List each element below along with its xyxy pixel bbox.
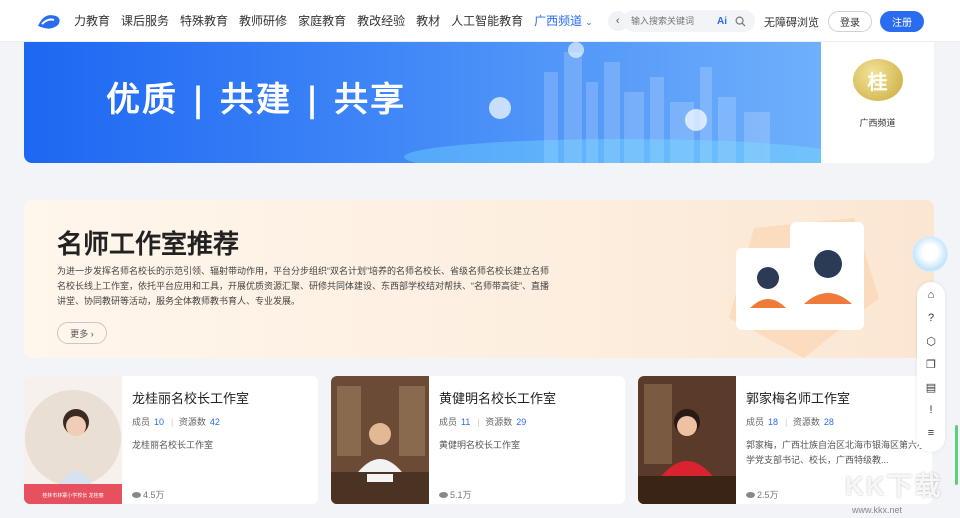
guangxi-badge-icon: 桂	[852, 59, 903, 101]
copy-icon[interactable]: ❐	[924, 357, 938, 371]
nav-item-ai-education[interactable]: 人工智能教育	[451, 12, 523, 29]
menu-icon[interactable]: ≡	[924, 426, 938, 440]
home-icon[interactable]: ⌂	[924, 288, 938, 302]
resources-label: 资源数	[485, 417, 513, 427]
studio-description: 龙桂丽名校长工作室	[132, 440, 214, 450]
nav-item-reform-experience[interactable]: 教改经验	[357, 12, 405, 29]
studio-card[interactable]: 龙桂丽名校长工作室 成员 10 | 资源数 42 龙桂丽名校长工作室 4.5万 桂林市…	[24, 376, 318, 504]
nav-active-label: 广西频道	[534, 14, 583, 28]
members-count: 11	[461, 417, 471, 427]
ai-search-icon[interactable]: Ai	[717, 16, 727, 27]
studio-title: 黄健明名校长工作室	[439, 391, 557, 406]
logo-icon	[38, 14, 60, 29]
promo-title: 名师工作室推荐	[57, 229, 240, 259]
resources-label: 资源数	[792, 417, 820, 427]
guangxi-channel-label: 广西频道	[859, 118, 896, 128]
search-icon[interactable]	[735, 16, 746, 27]
watermark-url: www.kkx.net	[852, 505, 903, 515]
members-count: 18	[768, 417, 779, 427]
document-icon[interactable]: ▤	[924, 380, 938, 394]
chevron-down-icon: ⌄	[585, 17, 593, 27]
members-count: 10	[154, 417, 165, 427]
assistant-mascot-icon[interactable]	[912, 236, 948, 272]
nav-item-special-education[interactable]: 特殊教育	[180, 12, 228, 29]
nav-item-family-education[interactable]: 家庭教育	[298, 12, 346, 29]
principal-portrait-image	[331, 376, 429, 504]
studio-description: 黄健明名校长工作室	[439, 440, 521, 450]
resources-count: 28	[823, 417, 834, 427]
famous-teacher-promo: 名师工作室推荐 为进一步发挥名师名校长的示范引领、辐射带动作用，平台分步组织“双…	[24, 200, 934, 358]
nav-item-textbooks[interactable]: 教材	[416, 12, 440, 29]
members-label: 成员	[746, 417, 765, 427]
nav-item-teacher-training[interactable]: 教师研修	[239, 12, 287, 29]
search-box: Ai	[623, 10, 755, 32]
site-logo[interactable]	[34, 10, 64, 32]
resources-count: 42	[209, 417, 220, 427]
feedback-icon[interactable]: !	[924, 403, 938, 417]
resources-label: 资源数	[178, 417, 206, 427]
studio-stats: 成员 11 | 资源数 29	[439, 417, 527, 427]
view-count: 4.5万	[132, 488, 165, 501]
banner-section: 优质 | 共建 | 共享 桂 广西频道	[24, 42, 934, 163]
eye-icon	[439, 491, 448, 498]
studio-card[interactable]: 黄健明名校长工作室 成员 11 | 资源数 29 黄健明名校长工作室 5.1万	[331, 376, 625, 504]
studio-title: 郭家梅名师工作室	[746, 391, 851, 406]
eye-icon	[746, 491, 755, 498]
kk-watermark: KK下载	[845, 471, 943, 501]
view-count-value: 2.5万	[757, 490, 779, 500]
search-input[interactable]	[631, 16, 711, 26]
more-button[interactable]: 更多 ›	[57, 322, 107, 344]
login-button[interactable]: 登录	[828, 11, 872, 32]
studio-title: 龙桂丽名校长工作室	[132, 391, 250, 406]
resources-count: 29	[516, 417, 527, 427]
studio-photo	[638, 376, 736, 504]
nav-item-after-school[interactable]: 课后服务	[121, 12, 169, 29]
main-nav: 力教育 课后服务 特殊教育 教师研修 家庭教育 教改经验 教材 人工智能教育 广…	[74, 12, 604, 29]
banner-carousel[interactable]: 优质 | 共建 | 共享	[24, 42, 821, 163]
eye-icon	[132, 491, 141, 498]
principal-portrait-image	[638, 376, 736, 504]
help-icon[interactable]: ?	[924, 311, 938, 325]
cube-icon[interactable]: ⬡	[924, 334, 938, 348]
floating-toolbar: ⌂ ? ⬡ ❐ ▤ ! ≡	[917, 282, 945, 452]
studio-photo	[24, 376, 122, 504]
members-label: 成员	[132, 417, 151, 427]
promo-description: 为进一步发挥名师名校长的示范引领、辐射带动作用，平台分步组织“双名计划”培养的名…	[57, 266, 549, 306]
principal-portrait-image	[24, 376, 122, 504]
nav-item-ability-education[interactable]: 力教育	[74, 12, 110, 29]
banner-slogan: 优质 | 共建 | 共享	[106, 80, 407, 120]
studio-photo	[331, 376, 429, 504]
studio-stats: 成员 18 | 资源数 28	[746, 417, 834, 427]
view-count-value: 5.1万	[450, 490, 472, 500]
register-button[interactable]: 注册	[880, 11, 924, 32]
view-count-value: 4.5万	[143, 490, 165, 500]
scrollbar-thumb[interactable]	[955, 425, 958, 485]
photo-caption: 桂林市林寨小学校长 龙桂丽	[42, 493, 104, 499]
accessibility-link[interactable]: 无障碍浏览	[764, 14, 819, 30]
studio-description: 郭家梅，广西壮族自治区北海市银海区第六小学党支部书记、校长，广西特级教...	[746, 440, 927, 465]
teacher-badges-illustration	[729, 218, 879, 358]
studio-stats: 成员 10 | 资源数 42	[132, 417, 220, 427]
top-navbar: 力教育 课后服务 特殊教育 教师研修 家庭教育 教改经验 教材 人工智能教育 广…	[0, 0, 960, 42]
view-count: 2.5万	[746, 488, 779, 501]
members-label: 成员	[439, 417, 458, 427]
view-count: 5.1万	[439, 488, 472, 501]
nav-item-guangxi-channel[interactable]: 广西频道 ⌄	[534, 12, 593, 29]
guangxi-channel-tile[interactable]: 桂 广西频道	[821, 42, 934, 163]
